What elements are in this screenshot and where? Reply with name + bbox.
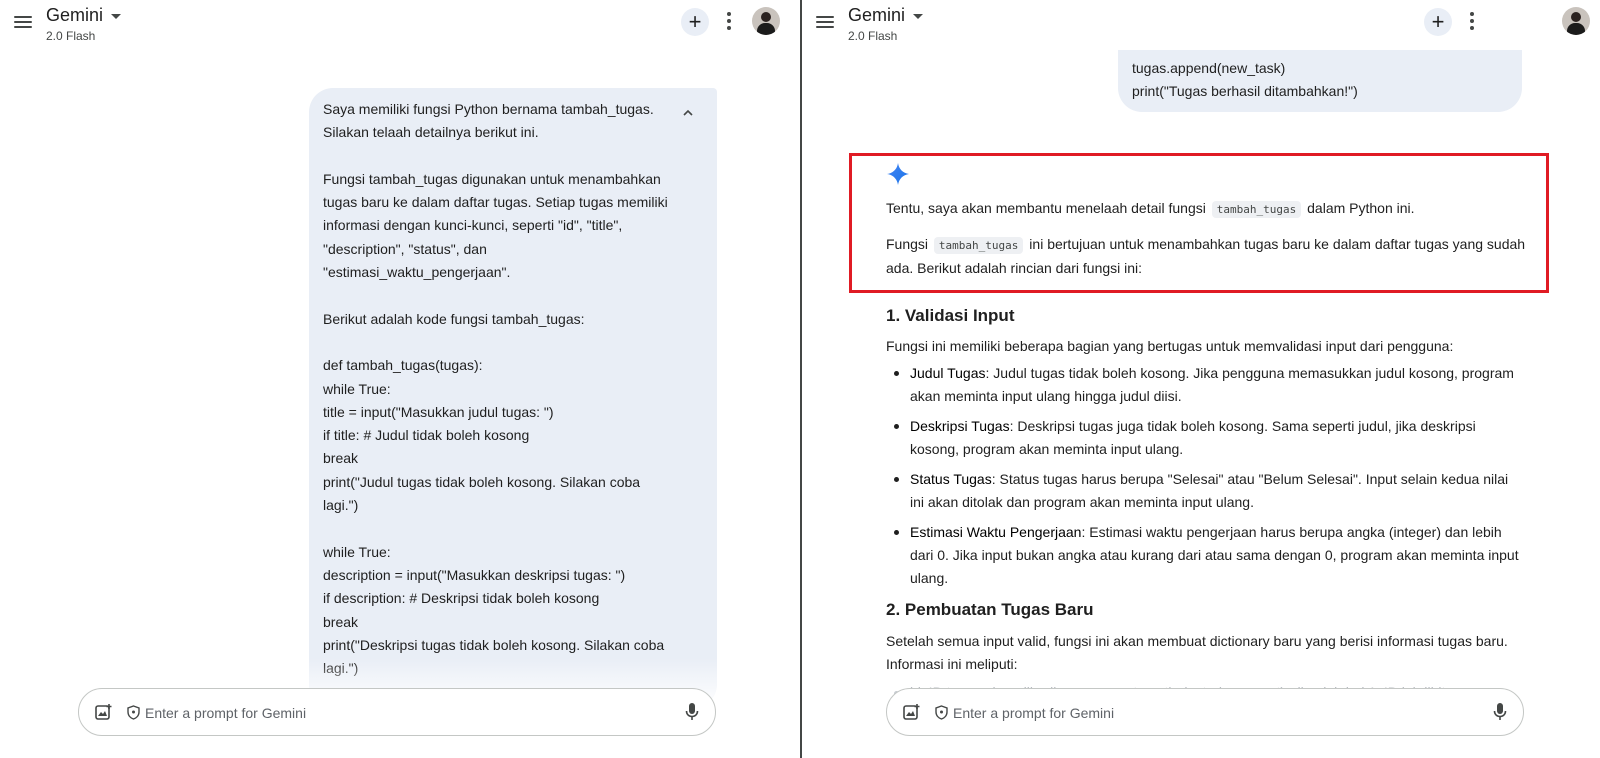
model-name: 2.0 Flash <box>46 29 96 43</box>
menu-icon[interactable] <box>14 14 32 30</box>
text: Tentu, saya akan membantu menelaah detai… <box>886 200 1206 216</box>
shield-icon <box>127 705 140 720</box>
message-line <box>323 331 699 354</box>
message-line: break <box>323 613 359 630</box>
message-line: "description", "status", dan <box>323 240 487 257</box>
message-line: lagi.") <box>323 497 359 514</box>
message-line <box>323 517 699 540</box>
message-line: informasi dengan kunci-kunci, seperti "i… <box>323 217 623 234</box>
list-term: Deskripsi Tugas <box>910 418 1010 434</box>
response-paragraph: Tentu, saya akan membantu menelaah detai… <box>886 197 1526 221</box>
app-title: Gemini <box>46 5 104 25</box>
list-term: Status Tugas <box>910 471 992 487</box>
message-line: tugas baru ke dalam daftar tugas. Setiap… <box>323 194 668 211</box>
section-intro: Setelah semua input valid, fungsi ini ak… <box>886 633 1508 672</box>
message-line: title = input("Masukkan judul tugas: ") <box>323 403 554 420</box>
list-item: Estimasi Waktu Pengerjaan: Estimasi wakt… <box>886 521 1526 590</box>
microphone-icon[interactable] <box>685 702 699 722</box>
list-item: Judul Tugas: Judul tugas tidak boleh kos… <box>886 362 1526 408</box>
prompt-bar <box>78 688 716 736</box>
code-line: tugas.append(new_task) <box>1132 60 1286 76</box>
caret-down-icon <box>111 14 122 19</box>
list-item: Deskripsi Tugas: Deskripsi tugas juga ti… <box>886 415 1526 461</box>
app-title: Gemini <box>848 5 906 25</box>
new-chat-button[interactable]: + <box>681 8 709 36</box>
message-line <box>323 284 699 307</box>
message-line: while True: <box>323 380 391 397</box>
more-options-icon[interactable] <box>726 12 732 30</box>
message-line: lagi.") <box>323 660 359 677</box>
avatar[interactable] <box>1562 7 1590 35</box>
list-item: Status Tugas: Status tugas harus berupa … <box>886 468 1526 514</box>
caret-down-icon <box>913 14 924 19</box>
user-message-bubble: Saya memiliki fungsi Python bernama tamb… <box>309 88 717 708</box>
validation-list: Judul Tugas: Judul tugas tidak boleh kos… <box>886 362 1526 597</box>
message-line: Berikut adalah kode fungsi tambah_tugas: <box>323 310 585 327</box>
model-selector[interactable]: Gemini 2.0 Flash <box>848 5 924 43</box>
more-options-icon[interactable] <box>1469 12 1475 30</box>
response-paragraph: Fungsi tambah_tugas ini bertujuan untuk … <box>886 233 1526 280</box>
microphone-icon[interactable] <box>1493 702 1507 722</box>
left-chat-pane: Gemini 2.0 Flash + Saya memiliki fungsi … <box>0 0 800 758</box>
model-selector[interactable]: Gemini 2.0 Flash <box>46 5 122 43</box>
shield-icon <box>935 705 948 720</box>
gemini-sparkle-icon <box>887 163 909 185</box>
inline-code: tambah_tugas <box>1211 201 1302 218</box>
section-heading: 1. Validasi Input <box>886 306 1015 325</box>
list-term: Estimasi Waktu Pengerjaan <box>910 524 1082 540</box>
inline-code: tambah_tugas <box>933 237 1024 254</box>
message-line: print("Judul tugas tidak boleh kosong. S… <box>323 473 641 490</box>
menu-icon[interactable] <box>816 14 834 30</box>
message-line: if description: # Deskripsi tidak boleh … <box>323 590 600 607</box>
prompt-bar <box>886 688 1524 736</box>
message-line: def tambah_tugas(tugas): <box>323 357 483 374</box>
text: dalam Python ini. <box>1307 200 1415 216</box>
list-text: : Status tugas harus berupa "Selesai" at… <box>910 471 1509 510</box>
section-heading: 2. Pembuatan Tugas Baru <box>886 600 1094 619</box>
message-line: Saya memiliki fungsi Python bernama tamb… <box>323 101 654 117</box>
message-line: while True: <box>323 543 391 560</box>
app-header: Gemini 2.0 Flash + <box>802 0 1600 50</box>
add-image-icon[interactable] <box>95 703 113 721</box>
app-header: Gemini 2.0 Flash + <box>0 0 800 50</box>
new-chat-button[interactable]: + <box>1424 8 1452 36</box>
message-line: Silakan telaah detailnya berikut ini. <box>323 124 539 141</box>
avatar[interactable] <box>752 7 780 35</box>
section-intro: Fungsi ini memiliki beberapa bagian yang… <box>886 338 1454 354</box>
message-line: if title: # Judul tidak boleh kosong <box>323 427 530 444</box>
add-image-icon[interactable] <box>903 703 921 721</box>
message-line <box>323 145 699 168</box>
list-term: Judul Tugas <box>910 365 986 381</box>
prompt-input[interactable] <box>145 702 645 724</box>
prompt-input[interactable] <box>953 702 1453 724</box>
list-text: : Judul tugas tidak boleh kosong. Jika p… <box>910 365 1514 404</box>
message-line: break <box>323 450 359 467</box>
message-line: description = input("Masukkan deskripsi … <box>323 566 626 583</box>
message-line: Fungsi tambah_tugas digunakan untuk mena… <box>323 170 661 187</box>
message-line: "estimasi_waktu_pengerjaan". <box>323 264 511 281</box>
code-line: print("Tugas berhasil ditambahkan!") <box>1132 83 1358 99</box>
text: Fungsi <box>886 236 929 252</box>
right-chat-pane: tugas.append(new_task) print("Tugas berh… <box>802 0 1600 758</box>
message-line: print("Deskripsi tugas tidak boleh koson… <box>323 636 665 653</box>
chevron-up-icon[interactable] <box>683 108 693 118</box>
model-name: 2.0 Flash <box>848 29 898 43</box>
